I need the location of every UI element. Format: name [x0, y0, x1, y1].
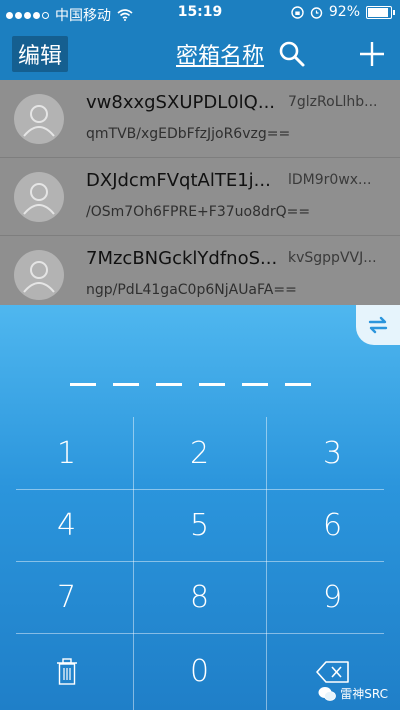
entry-title: vw8xxgSXUPDL0lQ... — [86, 92, 276, 113]
avatar — [14, 250, 64, 300]
key-6[interactable]: 6 — [266, 489, 399, 561]
list-item[interactable]: 7MzcBNGcklYdfnoS... kvSgppVVJ... ngp/PdL… — [0, 236, 400, 310]
trash-icon — [56, 657, 77, 685]
key-3[interactable]: 3 — [266, 417, 399, 489]
list-item[interactable]: DXJdcmFVqtAlTE1j... lDM9r0wx... /OSm7Oh6… — [0, 158, 400, 236]
entry-subtitle: /OSm7Oh6FPRE+F37uo8drQ== — [86, 204, 311, 220]
search-icon[interactable] — [278, 40, 306, 68]
entry-subtitle: qmTVB/xgEDbFfzJjoR6vzg== — [86, 126, 291, 142]
key-7[interactable]: 7 — [0, 561, 133, 633]
entry-title: DXJdcmFVqtAlTE1j... — [86, 170, 271, 191]
key-5[interactable]: 5 — [133, 489, 266, 561]
battery-icon — [366, 5, 395, 19]
switch-keyboard-button[interactable] — [356, 305, 400, 345]
avatar — [14, 94, 64, 144]
battery-percent: 92% — [328, 4, 360, 20]
rotation-lock-icon — [291, 5, 304, 19]
plus-icon[interactable] — [358, 40, 386, 68]
entry-tag: kvSgppVVJ... — [288, 250, 377, 266]
status-bar: 中国移动 15:19 92% — [0, 0, 400, 28]
switch-keyboard-icon — [368, 316, 388, 334]
user-placeholder-icon — [23, 183, 55, 215]
key-0[interactable]: 0 — [133, 633, 266, 710]
key-4[interactable]: 4 — [0, 489, 133, 561]
entry-subtitle: ngp/PdL41gaC0p6NjAUaFA== — [86, 282, 297, 298]
user-placeholder-icon — [23, 105, 55, 137]
list-item[interactable]: vw8xxgSXUPDL0lQ... 7glzRoLlhb... qmTVB/x… — [0, 80, 400, 158]
alarm-icon — [310, 6, 323, 19]
pin-digit-slot — [199, 383, 225, 386]
wechat-icon — [318, 686, 337, 701]
status-right: 92% — [291, 4, 395, 20]
pin-digit-slot — [113, 383, 139, 386]
entry-tag: lDM9r0wx... — [288, 172, 372, 188]
numeric-keypad: 1 2 3 4 5 6 7 8 9 0 — [0, 417, 400, 710]
trash-button[interactable] — [0, 633, 133, 710]
key-2[interactable]: 2 — [133, 417, 266, 489]
user-placeholder-icon — [23, 261, 55, 293]
key-8[interactable]: 8 — [133, 561, 266, 633]
pin-entry-indicator — [70, 383, 311, 386]
entry-list: vw8xxgSXUPDL0lQ... 7glzRoLlhb... qmTVB/x… — [0, 80, 400, 310]
watermark: 雷神SRC — [318, 685, 388, 702]
avatar — [14, 172, 64, 222]
backspace-icon — [315, 660, 349, 683]
pin-digit-slot — [285, 383, 311, 386]
watermark-text: 雷神SRC — [340, 687, 388, 701]
page-title: 密箱名称 — [176, 44, 265, 69]
pin-keypad-panel: 1 2 3 4 5 6 7 8 9 0 雷神SRC — [0, 305, 400, 710]
edit-button[interactable]: 编辑 — [12, 36, 69, 72]
entry-title: 7MzcBNGcklYdfnoS... — [86, 248, 278, 269]
pin-digit-slot — [70, 383, 96, 386]
pin-digit-slot — [242, 383, 268, 386]
key-1[interactable]: 1 — [0, 417, 133, 489]
nav-bar: 编辑 密箱名称 — [0, 28, 400, 80]
entry-tag: 7glzRoLlhb... — [288, 94, 378, 110]
key-9[interactable]: 9 — [266, 561, 399, 633]
pin-digit-slot — [156, 383, 182, 386]
